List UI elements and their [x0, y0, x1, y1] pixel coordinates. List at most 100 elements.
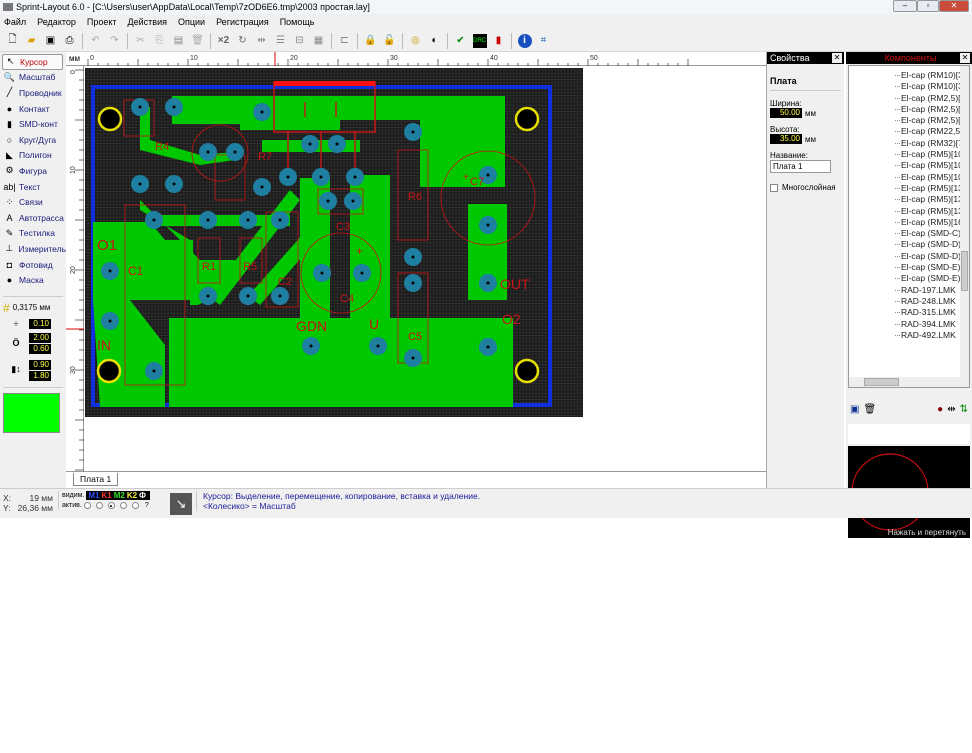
layer-toggle-K1[interactable]: K1	[102, 491, 112, 500]
group-icon[interactable]: ⊟	[293, 34, 307, 48]
tool-mask[interactable]: ● Маска	[0, 272, 66, 288]
component-item[interactable]: El-cap (RM5)[10)	[849, 160, 969, 171]
copy-icon[interactable]: ⎘	[153, 34, 167, 48]
tool-autoroute[interactable]: A Автотрасса	[0, 210, 66, 226]
tool-tester[interactable]: ✎ Тестилка	[0, 226, 66, 242]
multilayer-checkbox[interactable]	[770, 183, 778, 192]
drc-check-icon[interactable]: ✔	[454, 34, 468, 48]
trash-icon[interactable]: 🗑	[863, 404, 876, 415]
layer-icon[interactable]: ⊏	[338, 34, 352, 48]
tool-smd-pad[interactable]: ▮ SMD-конт	[0, 116, 66, 132]
lock-icon[interactable]: 🔒	[364, 34, 378, 48]
component-item[interactable]: El-cap (RM32)[76	[849, 138, 969, 149]
maximize-button[interactable]: ▫	[917, 0, 939, 12]
vertical-scrollbar[interactable]	[960, 66, 969, 378]
undo-icon[interactable]: ↶	[89, 34, 103, 48]
menu-edit[interactable]: Редактор	[37, 17, 76, 27]
smd-width-field[interactable]: 0.90	[29, 359, 51, 370]
component-item[interactable]: El-cap (RM5)[16)	[849, 217, 969, 228]
help-icon[interactable]: ?	[145, 502, 149, 509]
pcb-canvas[interactable]: O1 C1 IN GDN U OUT O2 C4 C2 R1 R5 R4 R7 R6 C7 C5 C3 + +	[84, 66, 765, 471]
autoroute-icon[interactable]: ⌗	[537, 34, 551, 48]
component-item[interactable]: El-cap (RM5)[10)	[849, 149, 969, 160]
component-item[interactable]: El-cap (SMD-D) 1	[849, 239, 969, 250]
menu-options[interactable]: Опции	[178, 17, 205, 27]
mirror-icon[interactable]: ⇹	[947, 404, 955, 415]
tool-pad[interactable]: ● Контакт	[0, 101, 66, 117]
tool-circle[interactable]: ○ Круг/Дуга	[0, 132, 66, 148]
mirror-icon[interactable]: ⇹	[255, 34, 269, 48]
tool-shape[interactable]: ⚙ Фигура	[0, 163, 66, 179]
component-item[interactable]: El-cap (SMD-E) 3	[849, 273, 969, 284]
info-icon[interactable]: i	[517, 33, 532, 48]
open-icon[interactable]: ▰	[25, 34, 39, 48]
component-item[interactable]: RAD-492.LMK	[849, 330, 969, 341]
rotate-icon[interactable]: ↻	[236, 34, 250, 48]
x2-icon[interactable]: ×2	[217, 34, 231, 48]
height-field[interactable]: 35.00	[770, 134, 802, 144]
component-item[interactable]: El-cap (SMD-C) 2	[849, 228, 969, 239]
component-item[interactable]: El-cap (RM5)[13)	[849, 194, 969, 205]
component-item[interactable]: El-cap (RM22,5)[	[849, 126, 969, 137]
layer-toggle-Ф[interactable]: Ф	[139, 491, 146, 500]
components-tree[interactable]: El-cap (RM10)[35 El-cap (RM10)[35 El-cap (…	[848, 65, 970, 388]
close-icon[interactable]: ✕	[960, 53, 970, 63]
component-item[interactable]: El-cap (SMD-E) 2	[849, 262, 969, 273]
unlock-icon[interactable]: 🔓	[383, 34, 397, 48]
active-layer-radio[interactable]	[107, 502, 115, 509]
tool-text[interactable]: ab| Текст	[0, 179, 66, 195]
layer-toggle-K2[interactable]: K2	[127, 491, 137, 500]
menu-registration[interactable]: Регистрация	[216, 17, 269, 27]
component-item[interactable]: El-cap (RM5)[10)	[849, 172, 969, 183]
tool-magnifier[interactable]: 🔍 Масштаб	[0, 70, 66, 86]
print-icon[interactable]: ⎙	[63, 34, 77, 48]
board-name-input[interactable]	[770, 160, 831, 173]
pad-inner-field[interactable]: 0.60	[29, 343, 51, 354]
tool-connections[interactable]: ⁘ Связи	[0, 194, 66, 210]
align-icon[interactable]: ☰	[274, 34, 288, 48]
active-layer-radio[interactable]	[131, 502, 139, 509]
save-icon[interactable]: ▣	[44, 34, 58, 48]
menu-actions[interactable]: Действия	[128, 17, 167, 27]
menu-file[interactable]: Файл	[4, 17, 26, 27]
active-layer-radio[interactable]	[119, 502, 127, 509]
current-color-swatch[interactable]	[3, 392, 60, 433]
tool-track[interactable]: ╱ Проводник	[0, 85, 66, 101]
track-width-field[interactable]: 0.10	[29, 318, 51, 329]
component-item[interactable]: El-cap (RM5)[13)	[849, 206, 969, 217]
delete-icon[interactable]: 🗑	[191, 34, 205, 48]
tool-polygon[interactable]: ◣ Полигон	[0, 148, 66, 164]
swap-icon[interactable]: ⇅	[960, 404, 968, 415]
contrast-icon[interactable]: ◐	[428, 34, 442, 48]
component-item[interactable]: El-cap (RM2,5)[8	[849, 115, 969, 126]
component-item[interactable]: RAD-315.LMK	[849, 307, 969, 318]
drc-icon[interactable]: DRC	[472, 33, 487, 48]
menu-project[interactable]: Проект	[87, 17, 117, 27]
menu-help[interactable]: Помощь	[280, 17, 315, 27]
layer-toggle-M2[interactable]: M2	[114, 491, 125, 500]
active-layer-radio[interactable]	[95, 502, 103, 509]
component-item[interactable]: El-cap (RM2,5)[6,	[849, 93, 969, 104]
new-icon[interactable]: 🗋	[6, 34, 20, 48]
component-item[interactable]: El-cap (SMD-D) 1	[849, 251, 969, 262]
width-field[interactable]: 50.00	[770, 108, 802, 118]
save-icon[interactable]: ▣	[850, 404, 859, 415]
component-item[interactable]: El-cap (RM10)[35	[849, 81, 969, 92]
component-item[interactable]: RAD-197.LMK	[849, 285, 969, 296]
battery-icon[interactable]: ▮	[492, 34, 506, 48]
component-item[interactable]: El-cap (RM2,5)[8	[849, 104, 969, 115]
pad-icon[interactable]: ●	[937, 404, 943, 415]
component-item[interactable]: El-cap (RM10)[35	[849, 70, 969, 81]
horizontal-scrollbar[interactable]	[849, 377, 969, 387]
component-item[interactable]: El-cap (RM5)[13)	[849, 183, 969, 194]
pad-outer-field[interactable]: 2.00	[29, 332, 51, 343]
component-item[interactable]: RAD-248.LMK	[849, 296, 969, 307]
close-icon[interactable]: ✕	[832, 53, 842, 63]
smd-height-field[interactable]: 1.80	[29, 370, 51, 381]
close-button[interactable]: ✕	[939, 0, 969, 12]
zoom-icon[interactable]: ◎	[409, 34, 423, 48]
tool-camera[interactable]: ◘ Фотовид	[0, 257, 66, 273]
component-item[interactable]: RAD-394.LMK	[849, 319, 969, 330]
layer-toggle-M1[interactable]: M1	[88, 491, 99, 500]
tool-cursor[interactable]: ↖ Курсор	[2, 54, 63, 70]
